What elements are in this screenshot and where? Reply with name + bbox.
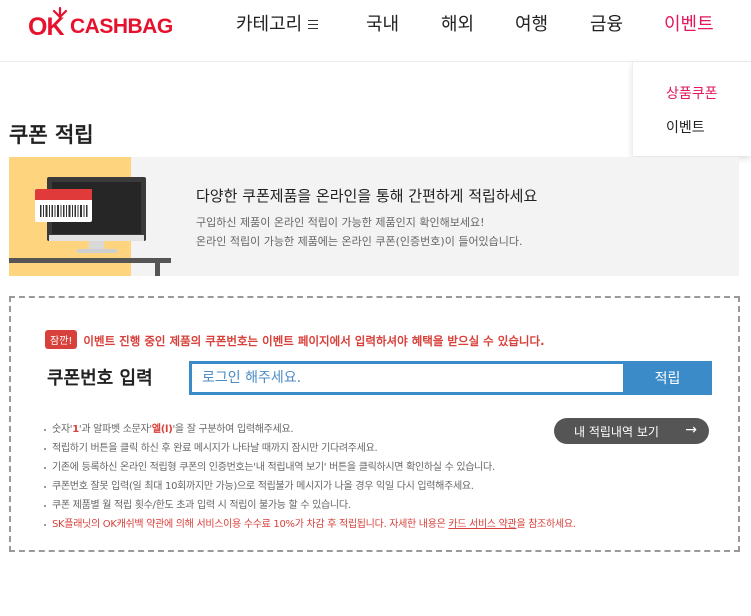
nav-item-event[interactable]: 이벤트 [664,10,714,36]
nav-item-label: 카테고리 [236,14,303,35]
view-history-button[interactable]: 내 적립내역 보기 → [554,418,709,444]
nav-item-overseas[interactable]: 해외 [441,10,474,36]
rule-item: 쿠폰 제품별 월 적립 횟수/한도 초과 입력 시 적립이 불가능 할 수 있습… [44,496,576,515]
rule-item: 숫자'1'과 알파벳 소문자'엘(l)'을 잘 구분하여 입력해주세요. [44,420,576,439]
nav-item-category[interactable]: 카테고리 [236,10,319,36]
rule-item: 쿠폰번호 잘못 입력(일 최대 10회까지만 가능)으로 적립불가 메시지가 나… [44,477,576,496]
coupon-number-input[interactable] [189,361,625,395]
banner-subtext-1: 구입하신 제품이 온라인 적립이 가능한 제품인지 확인해보세요! [196,216,485,229]
rule-highlight: 엘(l) [151,424,173,435]
card-terms-link[interactable]: 카드 서비스 약관 [448,519,516,530]
event-notice: 잠깐! 이벤트 진행 중인 제품의 쿠폰번호는 이벤트 페이지에서 입력하셔야 혜… [45,330,544,349]
rule-text: SK플래닛의 OK캐쉬백 약관에 의해 서비스이용 수수료 10%가 차감 후 … [52,519,449,530]
rule-text: 을 참조하세요. [516,519,576,530]
dropdown-item-event[interactable]: 이벤트 [666,117,705,137]
coupon-entry-box: 잠깐! 이벤트 진행 중인 제품의 쿠폰번호는 이벤트 페이지에서 입력하셔야 혜… [9,296,740,552]
history-button-label: 내 적립내역 보기 [574,424,659,439]
rule-text: '을 잘 구분하여 입력해주세요. [172,424,294,435]
notice-text: 이벤트 진행 중인 제품의 쿠폰번호는 이벤트 페이지에서 입력하셔야 혜택을 … [83,334,545,348]
banner-subtext-2: 온라인 적립이 가능한 제품에는 온라인 쿠폰(인증번호)이 들어있습니다. [196,235,523,248]
rules-list: 숫자'1'과 알파벳 소문자'엘(l)'을 잘 구분하여 입력해주세요. 적립하… [44,420,576,534]
logo-cashbag: CASHBAG [70,15,173,38]
info-banner: 다양한 쿠폰제품을 온라인을 통해 간편하게 적립하세요 구입하신 제품이 온라… [9,157,739,276]
barcode-illustration [35,189,92,222]
dropdown-item-product-coupon[interactable]: 상품쿠폰 [666,83,718,103]
rule-item: 적립하기 버튼을 클릭 하신 후 완료 메시지가 나타날 때까지 잠시만 기다려… [44,439,576,458]
rule-text: '과 알파벳 소문자' [78,424,152,435]
rule-item: 기존에 등록하신 온라인 적립형 쿠폰의 인증번호는'내 적립내역 보기' 버튼… [44,458,576,477]
nav-item-travel[interactable]: 여행 [515,10,548,36]
site-header: OK CASHBAG 카테고리 국내 해외 여행 금융 이벤트 [0,0,751,62]
nav-item-domestic[interactable]: 국내 [366,10,399,36]
event-dropdown-menu: 상품쿠폰 이벤트 [632,62,751,156]
rule-text: 숫자' [52,424,73,435]
okcashbag-logo[interactable]: OK CASHBAG [28,6,198,46]
page-title: 쿠폰 적립 [9,123,94,147]
banner-headline: 다양한 쿠폰제품을 온라인을 통해 간편하게 적립하세요 [196,187,538,205]
monitor-illustration [9,177,171,276]
rule-highlight: 1 [72,424,79,435]
notice-badge: 잠깐! [45,330,78,349]
coupon-input-label: 쿠폰번호 입력 [47,368,153,389]
hamburger-icon [308,20,319,29]
logo-ok: OK [28,13,64,41]
nav-item-finance[interactable]: 금융 [590,10,623,36]
rule-item-fee: SK플래닛의 OK캐쉬백 약관에 의해 서비스이용 수수료 10%가 차감 후 … [44,515,576,534]
submit-coupon-button[interactable]: 적립 [623,361,712,395]
arrow-right-icon: → [685,422,697,438]
